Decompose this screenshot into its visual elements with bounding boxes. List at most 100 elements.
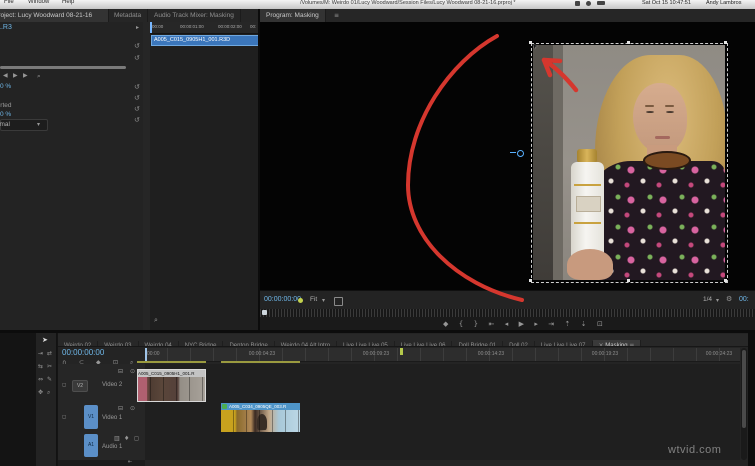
clip-v2[interactable]: A005_C015_0905H1_001.R	[137, 369, 206, 402]
menu-window[interactable]: Window	[28, 0, 49, 5]
zoom-icon[interactable]: ⌕	[154, 316, 158, 325]
hand-tool[interactable]: ✥	[38, 389, 43, 396]
tab-sequence[interactable]: Doll 02	[503, 341, 535, 346]
chevron-down-icon[interactable]: ▾	[716, 297, 719, 304]
track-header-a1[interactable]: ▥ ♦ ◻ A1 Audio 1	[58, 432, 145, 461]
sequence-marker[interactable]	[400, 348, 403, 355]
jump-to-start-icon[interactable]: ⇤	[128, 459, 132, 465]
export-frame-icon[interactable]: ⊡	[597, 320, 603, 328]
track-label[interactable]: Video 1	[102, 415, 122, 421]
status-icon[interactable]	[575, 1, 580, 6]
sync-lock-icon[interactable]: ⊟	[118, 368, 123, 375]
fit-select[interactable]: Fit	[310, 296, 317, 303]
timeline-vscrollbar[interactable]	[741, 348, 747, 460]
scrollbar-thumb[interactable]	[742, 350, 746, 428]
lock-icon[interactable]: ◻	[62, 382, 66, 388]
ec-ruler[interactable]: 00:00 00:00:01:00 00:00:02:00 00:	[150, 22, 258, 34]
pen-tool[interactable]: ✎	[47, 376, 52, 383]
mask-feather-slider[interactable]	[0, 66, 126, 69]
playback-resolution[interactable]: 1/4	[703, 296, 712, 303]
tab-sequence-masking[interactable]: × Masking ≡	[592, 340, 642, 346]
tab-sequence[interactable]: Weirdo 02	[58, 341, 99, 346]
ec-playhead[interactable]	[150, 22, 152, 33]
wrench-icon[interactable]: ⚙	[726, 295, 732, 303]
track-header-v1[interactable]: ⊟ ⊙ ◻ V1 Video 1	[58, 402, 145, 433]
track-select-tool[interactable]: ⇥	[38, 350, 43, 357]
track-mask-backward-icon[interactable]: ◀	[3, 72, 8, 79]
mark-out-icon[interactable]: }	[474, 320, 478, 328]
go-to-out-icon[interactable]: ⇥	[548, 320, 554, 328]
play-icon[interactable]: ▶	[519, 320, 524, 328]
tab-sequence[interactable]: Weirdo 04 Alt Intro	[275, 341, 338, 346]
track-label[interactable]: Audio 1	[102, 444, 122, 450]
zoom-tool[interactable]: ⌕	[47, 389, 50, 397]
reset-icon[interactable]: ↺	[134, 83, 140, 91]
add-marker-icon[interactable]: ◆	[443, 320, 448, 328]
reset-icon[interactable]: ↺	[134, 105, 140, 113]
mask-search-icon[interactable]: ⌕	[37, 72, 41, 81]
panel-menu-icon[interactable]: ≡	[629, 342, 634, 346]
menu-help[interactable]: Help	[62, 0, 74, 5]
mask-handle[interactable]	[724, 279, 727, 282]
tab-sequence[interactable]: Weirdo 03	[98, 341, 139, 346]
mask-handle[interactable]	[529, 279, 532, 282]
mask-handle[interactable]	[627, 279, 630, 282]
meter-icon[interactable]: ▥	[114, 435, 120, 442]
step-back-icon[interactable]: ◂	[505, 320, 509, 328]
track-mask-forward-icon[interactable]: ▶	[13, 72, 18, 79]
scrub-playhead[interactable]	[262, 310, 267, 315]
timeline-playhead[interactable]	[145, 348, 147, 361]
eye-icon[interactable]: ⊙	[130, 368, 135, 375]
tab-audio-track-mixer[interactable]: Audio Track Mixer: Masking	[148, 9, 241, 22]
mask-handle[interactable]	[627, 41, 630, 44]
eye-icon[interactable]: ⊙	[130, 405, 135, 412]
panel-menu-icon[interactable]: ≡	[334, 12, 339, 19]
settings-box-icon[interactable]	[334, 297, 343, 306]
reset-icon[interactable]: ↺	[134, 54, 140, 62]
track-header-v2[interactable]: ⊟ ⊙ ◻ V2 Video 2	[58, 364, 145, 403]
mask-feather-value[interactable]: 0 %	[0, 83, 11, 90]
sync-lock-icon[interactable]: ⊟	[118, 405, 123, 412]
tab-project[interactable]: Project: Lucy Woodward 08-21-16	[0, 9, 109, 22]
tab-sequence[interactable]: NYC Bridge	[179, 341, 224, 346]
opacity-value[interactable]: 0 %	[0, 111, 11, 118]
tab-sequence[interactable]: Live Live Live 07	[535, 341, 593, 346]
tab-metadata[interactable]: Metadata	[108, 9, 149, 22]
blend-mode-dropdown[interactable]: Normal ▾	[0, 119, 48, 131]
reset-icon[interactable]: ↺	[134, 42, 140, 50]
lift-icon[interactable]: ⇡	[565, 320, 571, 328]
menubar-clock[interactable]: Sat Oct 15 10:47:51	[642, 0, 691, 6]
program-timecode[interactable]: 00:00:00:00	[264, 296, 301, 303]
track-mask-forward-one-icon[interactable]: ▶	[23, 72, 28, 79]
close-icon[interactable]: ×	[599, 342, 604, 346]
reset-icon[interactable]: ↺	[134, 94, 140, 102]
rate-stretch-tool[interactable]: ⇆	[38, 363, 43, 370]
mic-icon[interactable]: ◻	[134, 435, 139, 442]
ripple-edit-tool[interactable]: ⇄	[47, 350, 52, 357]
track-label[interactable]: Video 2	[102, 382, 122, 388]
program-video-area[interactable]: ➤	[260, 22, 755, 290]
razor-tool[interactable]: ✂	[47, 363, 52, 370]
tab-sequence[interactable]: Live Live Live 06	[395, 341, 453, 346]
tab-sequence[interactable]: Weirdo 04	[139, 341, 179, 346]
chevron-down-icon[interactable]: ▾	[322, 297, 325, 304]
mark-in-icon[interactable]: {	[459, 320, 463, 328]
reset-icon[interactable]: ↺	[134, 116, 140, 124]
program-scrub-bar[interactable]	[260, 309, 755, 317]
timeline-ruler[interactable]: 00:00 00:00:04:23 00:00:09:23 00:00:14:2…	[145, 348, 740, 362]
source-patch-a1[interactable]: A1	[84, 434, 98, 457]
menubar-user[interactable]: Andy Lambros	[706, 0, 741, 6]
clip-v1[interactable]: A005_C034_0905QE_003.R	[221, 403, 300, 432]
step-forward-icon[interactable]: ▸	[534, 320, 538, 328]
record-arm-icon[interactable]: ♦	[124, 435, 129, 442]
tab-sequence[interactable]: Doll Bridge 01	[452, 341, 504, 346]
track-target-v2[interactable]: V2	[72, 380, 88, 392]
menu-file[interactable]: File	[4, 0, 14, 5]
mask-outline[interactable]	[531, 43, 728, 283]
wifi-icon[interactable]	[586, 1, 591, 6]
expand-icon[interactable]: ▸	[136, 24, 139, 31]
timeline-timecode[interactable]: 00:00:00:00	[62, 348, 104, 357]
mask-handle[interactable]	[724, 41, 727, 44]
lock-icon[interactable]: ◻	[62, 414, 66, 420]
ec-selected-clip[interactable]: A005_C015_0905H1_001.R3D	[151, 35, 258, 46]
